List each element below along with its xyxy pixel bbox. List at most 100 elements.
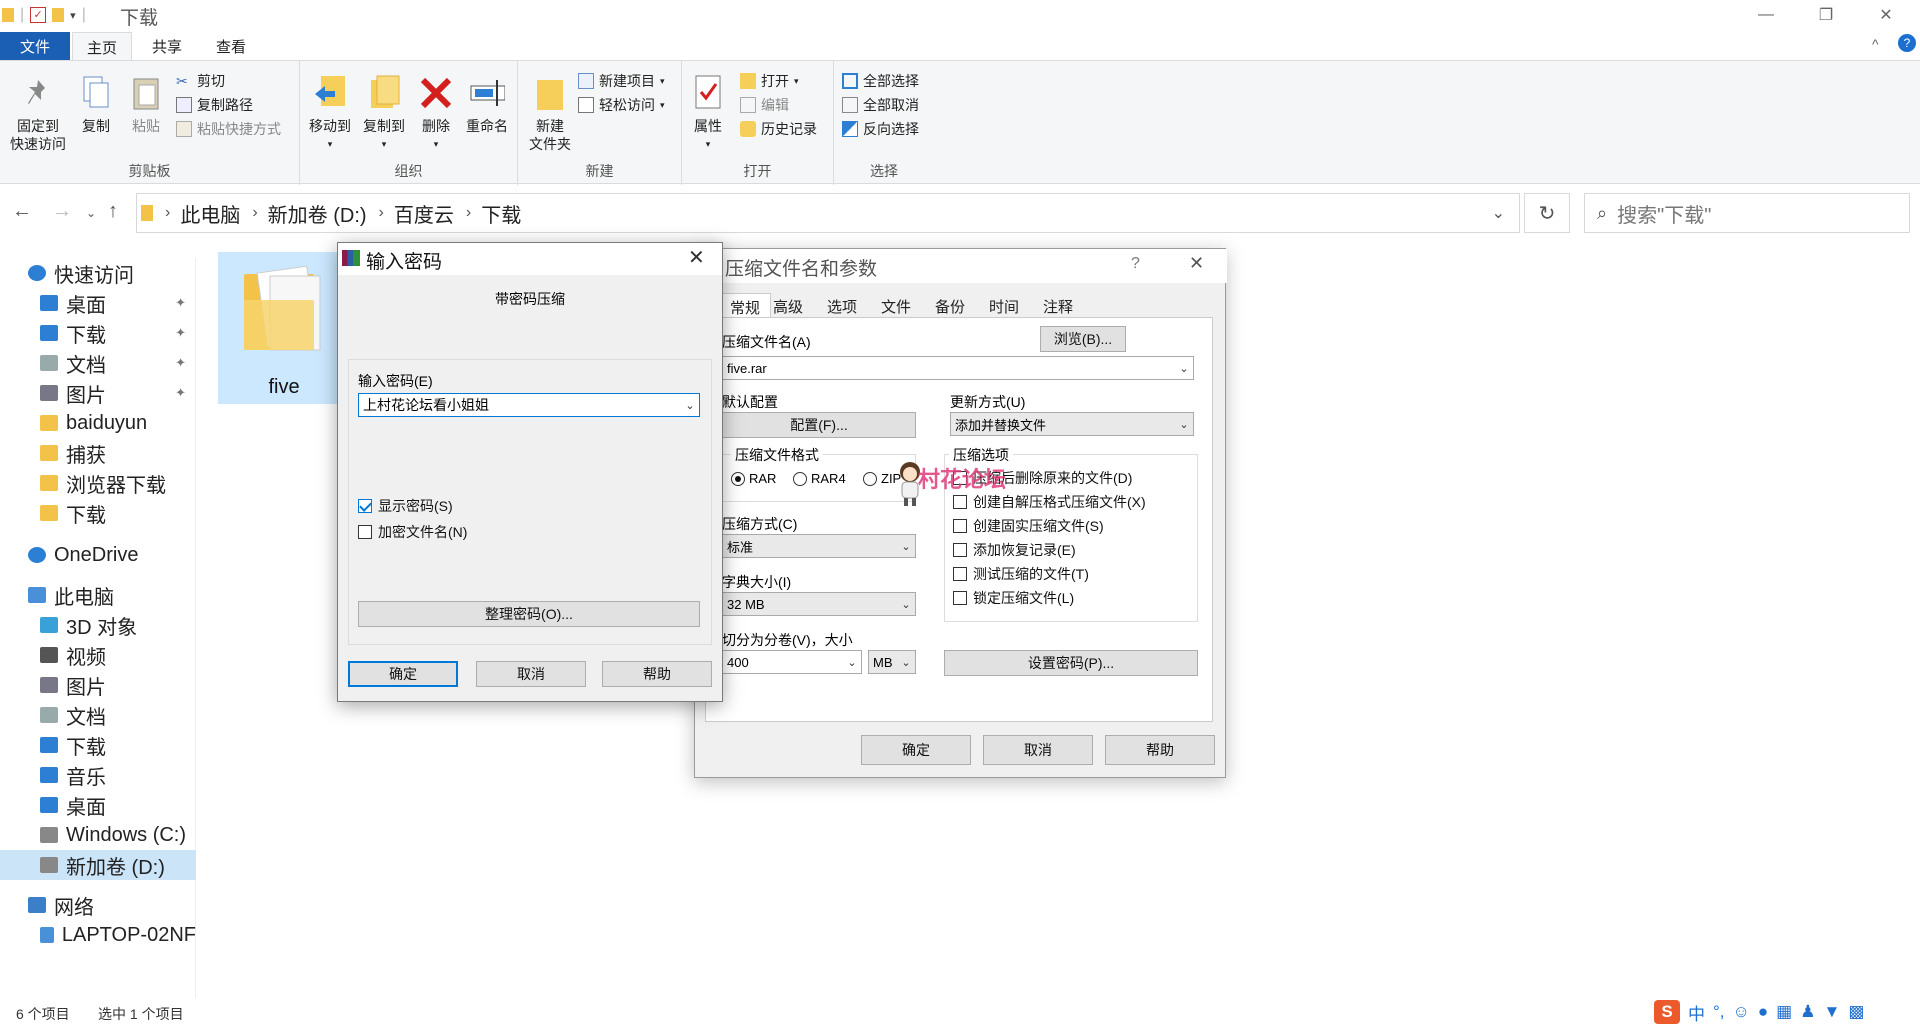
skin-shirt-icon[interactable]: ▼ xyxy=(1823,1002,1840,1022)
password-ok-button[interactable]: 确定 xyxy=(348,661,458,687)
sidebar-item[interactable]: 3D 对象 xyxy=(0,610,196,640)
split-unit-select[interactable]: MB ⌄ xyxy=(868,650,916,674)
zip-help-button[interactable]: 帮助 xyxy=(1105,735,1215,765)
sidebar-item[interactable]: 桌面 ✦ xyxy=(0,288,196,318)
refresh-button[interactable]: ↻ xyxy=(1524,193,1570,233)
ime-language[interactable]: 中 xyxy=(1688,1000,1705,1025)
chevron-right-icon[interactable]: › xyxy=(252,204,257,222)
copy-button[interactable]: 复制 xyxy=(72,73,120,135)
keyboard-icon[interactable]: ▦ xyxy=(1776,1002,1792,1022)
sidebar-item[interactable]: 视频 xyxy=(0,640,196,670)
sidebar-item[interactable]: OneDrive xyxy=(0,540,196,570)
tab-comment[interactable]: 注释 xyxy=(1033,293,1083,317)
properties-button[interactable]: 属性 ▾ xyxy=(686,73,730,153)
archive-option-checkbox[interactable]: 锁定压缩文件(L) xyxy=(953,587,1146,609)
format-rar4-radio[interactable]: RAR4 xyxy=(793,471,846,486)
tab-home[interactable]: 主页 xyxy=(72,32,133,60)
tab-time[interactable]: 时间 xyxy=(979,293,1029,317)
close-button[interactable]: ✕ xyxy=(1856,0,1916,30)
help-icon[interactable]: ? xyxy=(1898,34,1916,52)
password-cancel-button[interactable]: 取消 xyxy=(476,661,586,687)
sidebar-item[interactable]: 快速访问 xyxy=(0,258,196,288)
select-none-button[interactable]: 全部取消 xyxy=(842,93,919,117)
breadcrumb-this-pc[interactable]: 此电脑 xyxy=(180,199,240,228)
browse-button[interactable]: 浏览(B)... xyxy=(1040,326,1126,352)
invert-selection-button[interactable]: 反向选择 xyxy=(842,117,919,141)
emoji-icon[interactable]: ☺ xyxy=(1733,1002,1750,1022)
delete-button[interactable]: 删除 ▾ xyxy=(414,73,458,153)
split-size-combo[interactable]: 400 ⌄ xyxy=(722,650,862,674)
paste-button[interactable]: 粘贴 xyxy=(122,73,170,135)
sidebar-item[interactable]: LAPTOP-02NF xyxy=(0,920,196,950)
archive-option-checkbox[interactable]: 添加恢复记录(E) xyxy=(953,539,1146,561)
search-input[interactable]: ⌕ 搜索"下载" xyxy=(1584,193,1910,233)
set-password-button[interactable]: 设置密码(P)... xyxy=(944,650,1198,676)
update-mode-select[interactable]: 添加并替换文件 ⌄ xyxy=(950,412,1194,436)
microphone-icon[interactable]: ● xyxy=(1758,1002,1768,1022)
address-box[interactable]: › 此电脑 › 新加卷 (D:) › 百度云 › 下载 ⌄ xyxy=(136,193,1520,233)
format-rar-radio[interactable]: RAR xyxy=(731,471,776,486)
up-arrow-icon[interactable]: ↑ xyxy=(108,200,118,223)
password-dialog-close-icon[interactable]: ✕ xyxy=(688,245,705,270)
cut-button[interactable]: ✂ 剪切 xyxy=(176,69,281,93)
toolbox-icon[interactable]: ▩ xyxy=(1848,1002,1864,1022)
new-folder-icon[interactable] xyxy=(52,8,65,22)
new-folder-button[interactable]: 新建 文件夹 xyxy=(522,73,578,153)
paste-shortcut-button[interactable]: 粘贴快捷方式 xyxy=(176,117,281,141)
open-button[interactable]: 打开 ▾ xyxy=(740,69,817,93)
chevron-right-icon[interactable]: › xyxy=(466,204,471,222)
breadcrumb-drive-d[interactable]: 新加卷 (D:) xyxy=(268,199,367,228)
pin-quick-access-button[interactable]: 固定到 快速访问 xyxy=(6,73,70,153)
select-all-button[interactable]: 全部选择 xyxy=(842,69,919,93)
file-item-five[interactable]: five xyxy=(218,252,350,404)
edit-button[interactable]: 编辑 xyxy=(740,93,817,117)
sidebar-item[interactable]: 下载 ✦ xyxy=(0,318,196,348)
ime-punctuation[interactable]: °, xyxy=(1713,1002,1725,1022)
pin-icon[interactable]: ✦ xyxy=(175,325,186,341)
properties-check-icon[interactable]: ✓ xyxy=(30,7,47,23)
sidebar-item[interactable]: 下载 xyxy=(0,730,196,760)
tab-backup[interactable]: 备份 xyxy=(925,293,975,317)
sidebar-item[interactable]: 捕获 xyxy=(0,438,196,468)
new-item-button[interactable]: 新建项目 ▾ xyxy=(578,69,665,93)
rename-button[interactable]: 重命名 xyxy=(460,73,514,135)
sidebar-item[interactable]: 新加卷 (D:) xyxy=(0,850,196,880)
zip-ok-button[interactable]: 确定 xyxy=(861,735,971,765)
method-select[interactable]: 标准 ⌄ xyxy=(722,534,916,558)
customize-dropdown-icon[interactable]: ▾ xyxy=(70,9,76,22)
copy-to-button[interactable]: 复制到 ▾ xyxy=(356,73,412,153)
tab-advanced[interactable]: 高级 xyxy=(763,293,813,317)
sidebar-item[interactable]: 桌面 xyxy=(0,790,196,820)
pin-icon[interactable]: ✦ xyxy=(175,355,186,371)
move-to-button[interactable]: 移动到 ▾ xyxy=(302,73,358,153)
sidebar-item[interactable]: 浏览器下载 xyxy=(0,468,196,498)
address-history-chevron-icon[interactable]: ⌄ xyxy=(1492,203,1505,223)
dictionary-select[interactable]: 32 MB ⌄ xyxy=(722,592,916,616)
profiles-button[interactable]: 配置(F)... xyxy=(722,412,916,438)
dialog-close-icon[interactable]: ✕ xyxy=(1189,253,1204,274)
sidebar-item[interactable]: 音乐 xyxy=(0,760,196,790)
pin-icon[interactable]: ✦ xyxy=(175,295,186,311)
password-help-button[interactable]: 帮助 xyxy=(602,661,712,687)
maximize-button[interactable]: ❐ xyxy=(1796,0,1856,30)
archive-option-checkbox[interactable]: 测试压缩的文件(T) xyxy=(953,563,1146,585)
tab-view[interactable]: 查看 xyxy=(202,32,260,60)
sidebar-item[interactable]: 图片 ✦ xyxy=(0,378,196,408)
user-icon[interactable]: ♟ xyxy=(1800,1002,1815,1022)
forward-arrow-icon[interactable]: → xyxy=(52,200,72,223)
back-arrow-icon[interactable]: ← xyxy=(12,200,32,223)
archive-option-checkbox[interactable]: 创建固实压缩文件(S) xyxy=(953,515,1146,537)
tab-options[interactable]: 选项 xyxy=(817,293,867,317)
zip-cancel-button[interactable]: 取消 xyxy=(983,735,1093,765)
sidebar-item[interactable]: 下载 xyxy=(0,498,196,528)
sogou-logo-icon[interactable]: S xyxy=(1654,1000,1680,1024)
breadcrumb-baiduyun[interactable]: 百度云 xyxy=(394,199,454,228)
tab-file[interactable]: 文件 xyxy=(0,32,71,60)
sidebar-item[interactable]: baiduyun xyxy=(0,408,196,438)
sidebar-item[interactable]: 此电脑 xyxy=(0,580,196,610)
tab-files[interactable]: 文件 xyxy=(871,293,921,317)
breadcrumb-downloads[interactable]: 下载 xyxy=(481,199,521,228)
chevron-right-icon[interactable]: › xyxy=(379,204,384,222)
archive-name-combo[interactable]: five.rar ⌄ xyxy=(722,356,1194,380)
sidebar-item[interactable]: Windows (C:) xyxy=(0,820,196,850)
